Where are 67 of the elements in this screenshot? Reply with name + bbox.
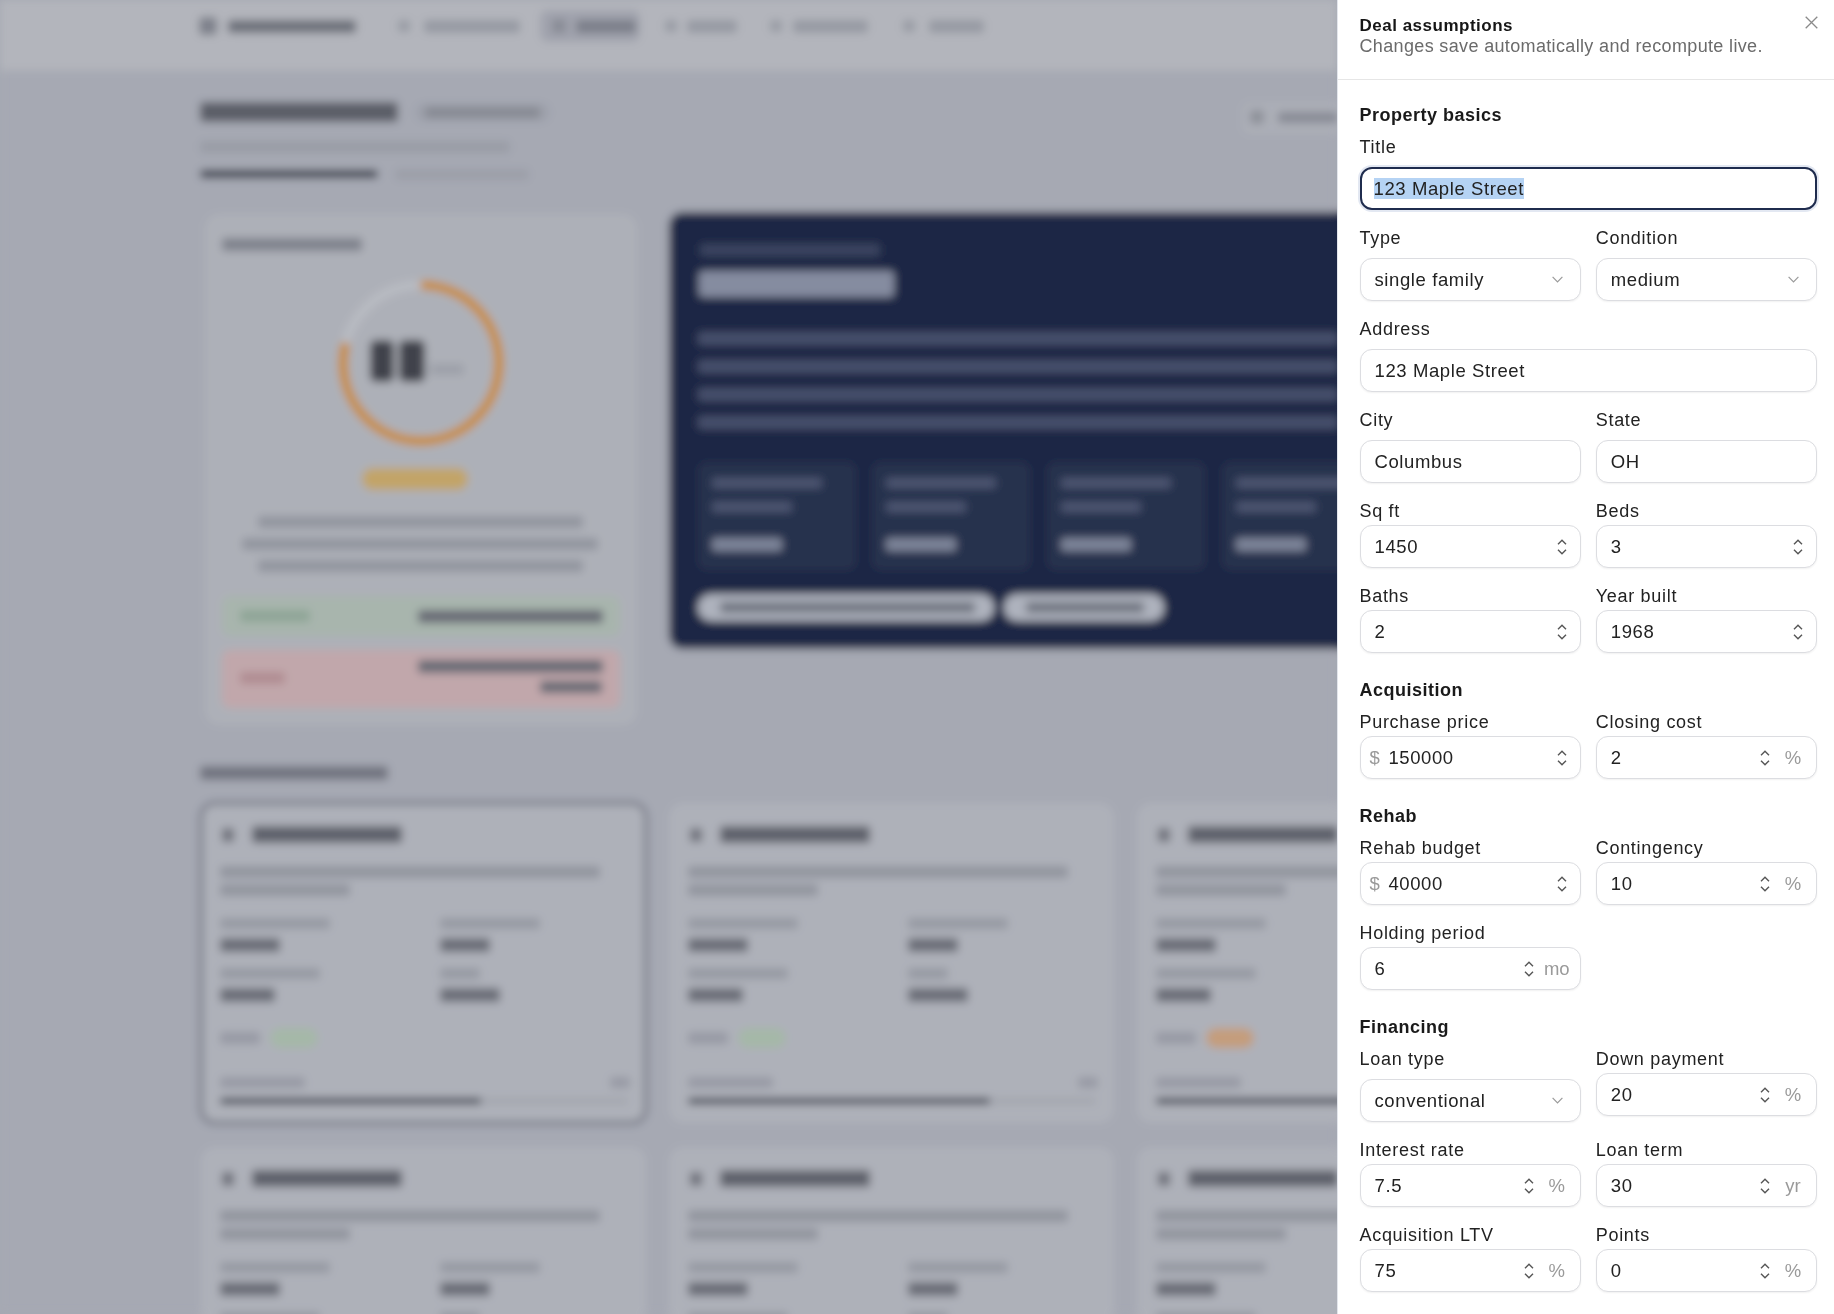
field-label: Baths bbox=[1359, 585, 1410, 607]
stepper-arrows-icon[interactable] bbox=[1793, 537, 1803, 556]
field-label: Title bbox=[1359, 136, 1397, 158]
number-field[interactable]: 7.5 % bbox=[1359, 1164, 1581, 1207]
text-field[interactable]: 123 Maple Street bbox=[1359, 349, 1817, 392]
chevron-down-icon bbox=[1788, 276, 1799, 283]
number-field[interactable]: $ 40000 bbox=[1359, 862, 1581, 905]
field-label: Contingency bbox=[1595, 837, 1704, 859]
number-field[interactable]: 2 % bbox=[1595, 736, 1817, 779]
text-field[interactable]: 123 Maple Street bbox=[1359, 167, 1817, 210]
section-heading: Acquisition bbox=[1359, 679, 1463, 701]
stepper-arrows-icon[interactable] bbox=[1793, 622, 1803, 641]
number-field[interactable]: 2 bbox=[1359, 610, 1581, 653]
stepper-arrows-icon[interactable] bbox=[1556, 622, 1567, 641]
field-label: Acquisition LTV bbox=[1359, 1224, 1494, 1246]
number-field[interactable]: 6 mo bbox=[1359, 947, 1581, 990]
stepper-arrows-icon[interactable] bbox=[1760, 748, 1770, 767]
stepper-arrows-icon[interactable] bbox=[1523, 959, 1534, 978]
stepper-arrows-icon[interactable] bbox=[1760, 1176, 1770, 1195]
field-label: Loan type bbox=[1359, 1048, 1445, 1070]
stepper-arrows-icon[interactable] bbox=[1760, 874, 1770, 893]
number-field[interactable]: 20 % bbox=[1595, 1073, 1817, 1116]
text-field[interactable]: OH bbox=[1595, 440, 1817, 483]
number-field[interactable]: 3 bbox=[1595, 525, 1817, 568]
dropdown[interactable]: medium bbox=[1595, 258, 1817, 301]
number-field[interactable]: 75 % bbox=[1359, 1249, 1581, 1292]
stepper-arrows-icon[interactable] bbox=[1556, 874, 1567, 893]
number-field[interactable]: 30 yr bbox=[1595, 1164, 1817, 1207]
field-label: Interest rate bbox=[1359, 1139, 1465, 1161]
field-label: Loan term bbox=[1595, 1139, 1684, 1161]
stepper-arrows-icon[interactable] bbox=[1760, 1085, 1770, 1104]
number-field[interactable]: 0 % bbox=[1595, 1249, 1817, 1292]
number-field[interactable]: 1450 bbox=[1359, 525, 1581, 568]
field-label: Purchase price bbox=[1359, 711, 1490, 733]
field-label: Address bbox=[1359, 318, 1431, 340]
section-heading: Rehab bbox=[1359, 805, 1417, 827]
stepper-arrows-icon[interactable] bbox=[1556, 748, 1567, 767]
stepper-arrows-icon[interactable] bbox=[1523, 1261, 1534, 1280]
number-field[interactable]: $ 150000 bbox=[1359, 736, 1581, 779]
close-button[interactable] bbox=[1805, 16, 1818, 29]
section-heading: Property basics bbox=[1359, 104, 1503, 126]
dropdown[interactable]: conventional bbox=[1359, 1079, 1581, 1122]
field-label: Down payment bbox=[1595, 1048, 1725, 1070]
section-heading: Financing bbox=[1359, 1016, 1449, 1038]
field-label: Beds bbox=[1595, 500, 1640, 522]
field-label: Closing cost bbox=[1595, 711, 1703, 733]
field-label: Type bbox=[1359, 227, 1402, 249]
field-label: Rehab budget bbox=[1359, 837, 1481, 859]
stepper-arrows-icon[interactable] bbox=[1556, 537, 1567, 556]
chevron-down-icon bbox=[1551, 1097, 1563, 1104]
field-label: Points bbox=[1595, 1224, 1650, 1246]
stepper-arrows-icon[interactable] bbox=[1760, 1261, 1770, 1280]
panel-title: Deal assumptions bbox=[1359, 16, 1513, 36]
stepper-arrows-icon[interactable] bbox=[1523, 1176, 1534, 1195]
number-field[interactable]: 10 % bbox=[1595, 862, 1817, 905]
close-icon bbox=[1805, 16, 1818, 29]
chevron-down-icon bbox=[1551, 276, 1563, 283]
panel-subtitle: Changes save automatically and recompute live. bbox=[1359, 36, 1763, 56]
number-field[interactable]: 1968 bbox=[1595, 610, 1817, 653]
field-label: Holding period bbox=[1359, 922, 1486, 944]
text-field[interactable]: Columbus bbox=[1359, 440, 1581, 483]
field-label: State bbox=[1595, 409, 1642, 431]
dropdown[interactable]: single family bbox=[1359, 258, 1581, 301]
field-label: City bbox=[1359, 409, 1394, 431]
field-label: Year built bbox=[1595, 585, 1678, 607]
field-label: Sq ft bbox=[1359, 500, 1401, 522]
field-label: Condition bbox=[1595, 227, 1679, 249]
